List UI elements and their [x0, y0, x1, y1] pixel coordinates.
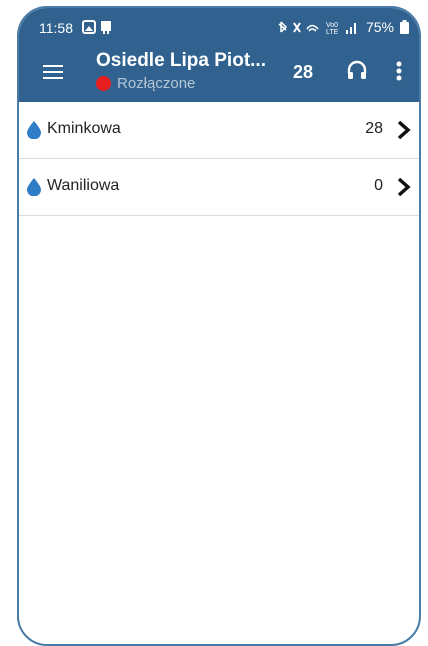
item-count: 28 — [365, 120, 383, 137]
chevron-right-icon — [397, 177, 411, 197]
bluetooth-icon — [278, 21, 319, 33]
svg-text:LTE: LTE — [326, 29, 339, 35]
title-block: Osiedle Lipa Piot... Rozłączone — [96, 50, 276, 92]
phone-screen: 11:58 Vo0 LTE 75% Osiedle Lipa Piot... R… — [17, 6, 421, 646]
water-drop-icon — [27, 178, 41, 196]
item-count: 0 — [374, 177, 383, 194]
headset-icon[interactable] — [345, 58, 369, 82]
water-drop-icon — [27, 121, 41, 139]
menu-icon[interactable] — [41, 60, 65, 84]
status-icons: Vo0 LTE 75% — [276, 18, 409, 36]
status-text: Rozłączone — [117, 75, 196, 92]
list-item[interactable]: Waniliowa 0 — [19, 159, 419, 216]
gallery-icon — [82, 20, 111, 34]
status-dot — [96, 76, 111, 91]
street-list: Kminkowa 28 Waniliowa 0 — [19, 102, 419, 216]
battery-icon — [400, 20, 409, 34]
total-count: 28 — [293, 62, 314, 82]
connection-status: Rozłączone — [96, 75, 276, 92]
item-label: Kminkowa — [47, 120, 121, 137]
list-item[interactable]: Kminkowa 28 — [19, 102, 419, 159]
app-bar: Osiedle Lipa Piot... Rozłączone 28 — [19, 44, 419, 102]
status-bar: 11:58 Vo0 LTE 75% — [19, 8, 419, 44]
svg-text:Vo0: Vo0 — [326, 22, 338, 29]
status-time: 11:58 — [39, 20, 73, 36]
signal-icon: Vo0 LTE — [326, 22, 356, 35]
more-vert-icon[interactable] — [391, 58, 407, 84]
battery-percent: 75% — [365, 19, 394, 35]
chevron-right-icon — [397, 120, 411, 140]
app-title: Osiedle Lipa Piot... — [96, 50, 266, 71]
item-label: Waniliowa — [47, 177, 120, 194]
